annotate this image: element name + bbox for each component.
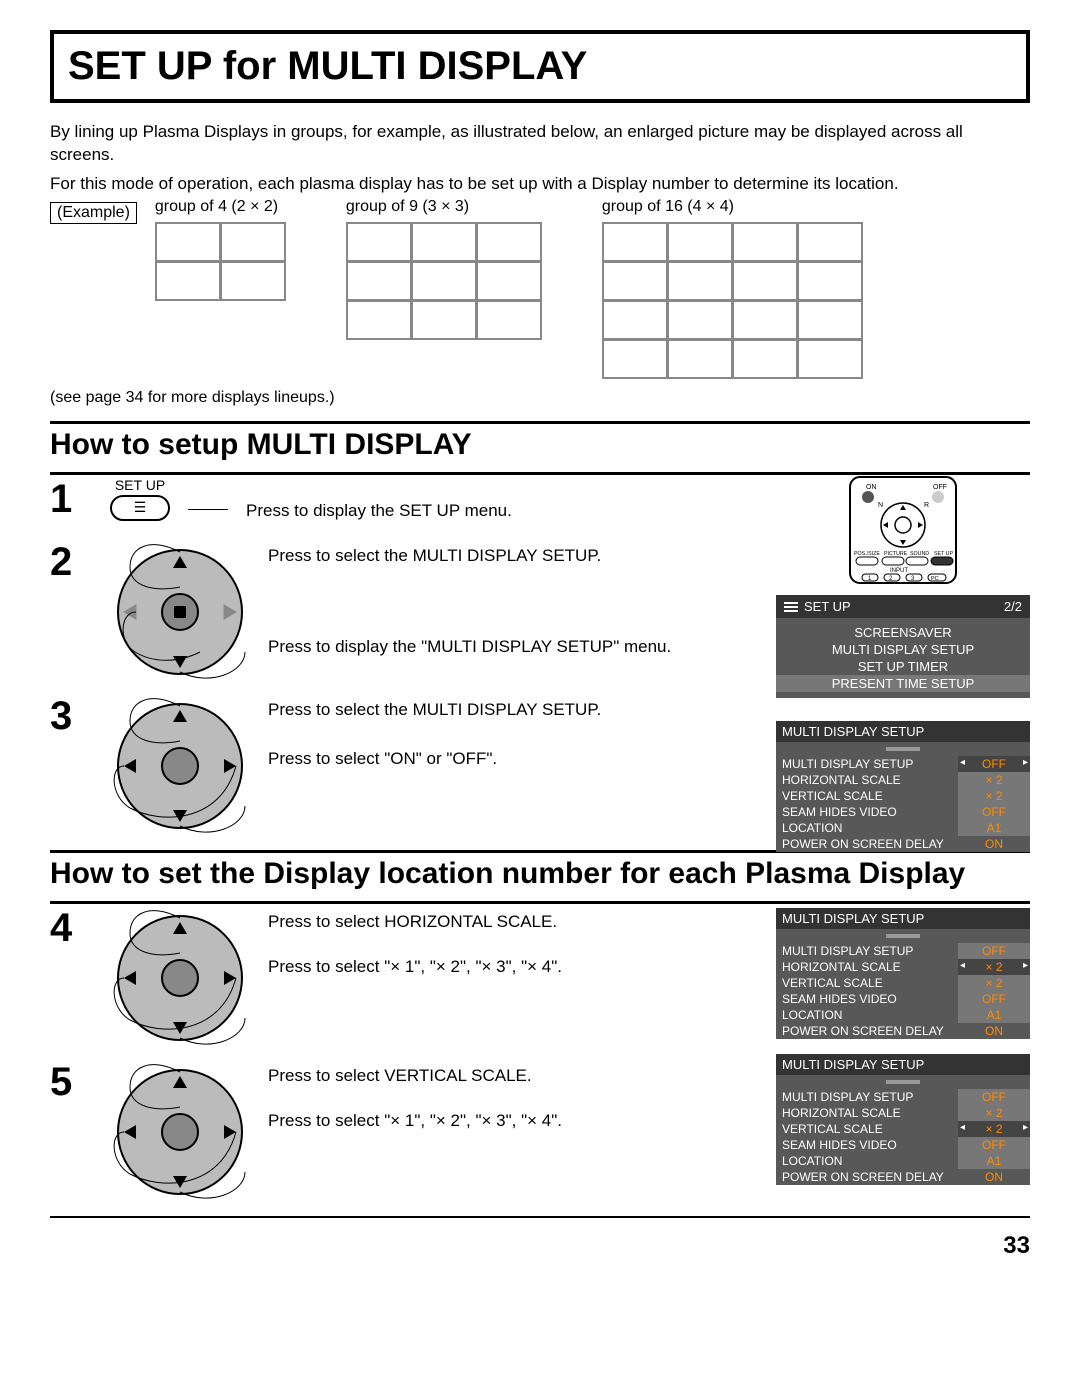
group-3x3: group of 9 (3 × 3) bbox=[346, 198, 542, 340]
step-4-number: 4 bbox=[50, 908, 110, 948]
group-4x4: group of 16 (4 × 4) bbox=[602, 198, 863, 379]
grid-3x3 bbox=[346, 222, 542, 340]
osd-item: SET UP TIMER bbox=[776, 658, 1030, 675]
step-5-line2: Press to select "× 1", "× 2", "× 3", "× … bbox=[268, 1107, 562, 1136]
nav-disc-icon bbox=[110, 1062, 250, 1202]
step-2-line2: Press to display the "MULTI DISPLAY SETU… bbox=[268, 633, 671, 662]
step-4-line2: Press to select "× 1", "× 2", "× 3", "× … bbox=[268, 953, 562, 982]
osd-mds-menu-step5: MULTI DISPLAY SETUP MULTI DISPLAY SETUPO… bbox=[776, 1054, 1030, 1185]
nav-disc-icon bbox=[110, 908, 250, 1048]
svg-text:R: R bbox=[924, 502, 929, 509]
step-3-line2: Press to select "ON" or "OFF". bbox=[268, 745, 601, 774]
group-2x2: group of 4 (2 × 2) bbox=[155, 198, 286, 301]
example-label: (Example) bbox=[50, 202, 137, 224]
grid-4x4 bbox=[602, 222, 863, 379]
step-1-text: Press to display the SET UP menu. bbox=[246, 497, 512, 526]
step-3-line1: Press to select the MULTI DISPLAY SETUP. bbox=[268, 696, 601, 725]
step-4-line1: Press to select HORIZONTAL SCALE. bbox=[268, 908, 562, 937]
nav-disc-icon bbox=[110, 542, 250, 682]
remote-illustration: ON OFF N R POS./SIZE PICTURE SOUND SET UP bbox=[776, 475, 1030, 590]
section2-title: How to set the Display location number f… bbox=[50, 857, 1030, 891]
svg-text:SET UP: SET UP bbox=[934, 551, 954, 557]
svg-text:N: N bbox=[878, 502, 883, 509]
intro-paragraph-1: By lining up Plasma Displays in groups, … bbox=[50, 121, 1030, 167]
section1-title: How to setup MULTI DISPLAY bbox=[50, 428, 1030, 462]
page-number: 33 bbox=[50, 1232, 1030, 1260]
grid-2x2 bbox=[155, 222, 286, 301]
group-4x4-title: group of 16 (4 × 4) bbox=[602, 198, 863, 216]
osd-item: SCREENSAVER bbox=[776, 624, 1030, 641]
step-1-number: 1 bbox=[50, 479, 110, 519]
osd-item: MULTI DISPLAY SETUP bbox=[776, 641, 1030, 658]
svg-text:POS./SIZE: POS./SIZE bbox=[854, 551, 880, 557]
step-5-number: 5 bbox=[50, 1062, 110, 1102]
step-2-line1: Press to select the MULTI DISPLAY SETUP. bbox=[268, 542, 671, 571]
osd-mds-menu-step4: MULTI DISPLAY SETUP MULTI DISPLAY SETUPO… bbox=[776, 908, 1030, 1039]
step-2-number: 2 bbox=[50, 542, 110, 582]
nav-disc-icon bbox=[110, 696, 250, 836]
svg-text:PC: PC bbox=[931, 576, 939, 582]
divider bbox=[50, 421, 1030, 424]
step-5-line1: Press to select VERTICAL SCALE. bbox=[268, 1062, 562, 1091]
svg-text:OFF: OFF bbox=[933, 484, 947, 491]
page-title-box: SET UP for MULTI DISPLAY bbox=[50, 30, 1030, 103]
svg-text:SOUND: SOUND bbox=[910, 551, 929, 557]
setup-button-icon: SET UP ☰ bbox=[110, 477, 170, 521]
more-lineups-note: (see page 34 for more displays lineups.) bbox=[50, 389, 1030, 407]
page-title: SET UP for MULTI DISPLAY bbox=[68, 44, 1012, 89]
svg-text:PICTURE: PICTURE bbox=[884, 551, 908, 557]
leader-line-icon bbox=[188, 509, 228, 510]
remote-icon: ON OFF N R POS./SIZE PICTURE SOUND SET UP bbox=[848, 475, 958, 585]
group-3x3-title: group of 9 (3 × 3) bbox=[346, 198, 542, 216]
divider bbox=[50, 1216, 1030, 1218]
svg-text:INPUT: INPUT bbox=[890, 568, 908, 574]
steps-section-1: ON OFF N R POS./SIZE PICTURE SOUND SET UP bbox=[50, 479, 1030, 836]
divider bbox=[50, 901, 1030, 904]
osd-item: PRESENT TIME SETUP bbox=[776, 675, 1030, 692]
svg-text:ON: ON bbox=[866, 484, 877, 491]
group-2x2-title: group of 4 (2 × 2) bbox=[155, 198, 286, 216]
step-3-number: 3 bbox=[50, 696, 110, 736]
intro-paragraph-2: For this mode of operation, each plasma … bbox=[50, 173, 1030, 196]
steps-section-2: MULTI DISPLAY SETUP MULTI DISPLAY SETUPO… bbox=[50, 908, 1030, 1202]
osd-setup-menu: SET UP2/2 SCREENSAVER MULTI DISPLAY SETU… bbox=[776, 595, 1030, 698]
osd-mds-menu-step3: MULTI DISPLAY SETUP MULTI DISPLAY SETUPO… bbox=[776, 721, 1030, 852]
